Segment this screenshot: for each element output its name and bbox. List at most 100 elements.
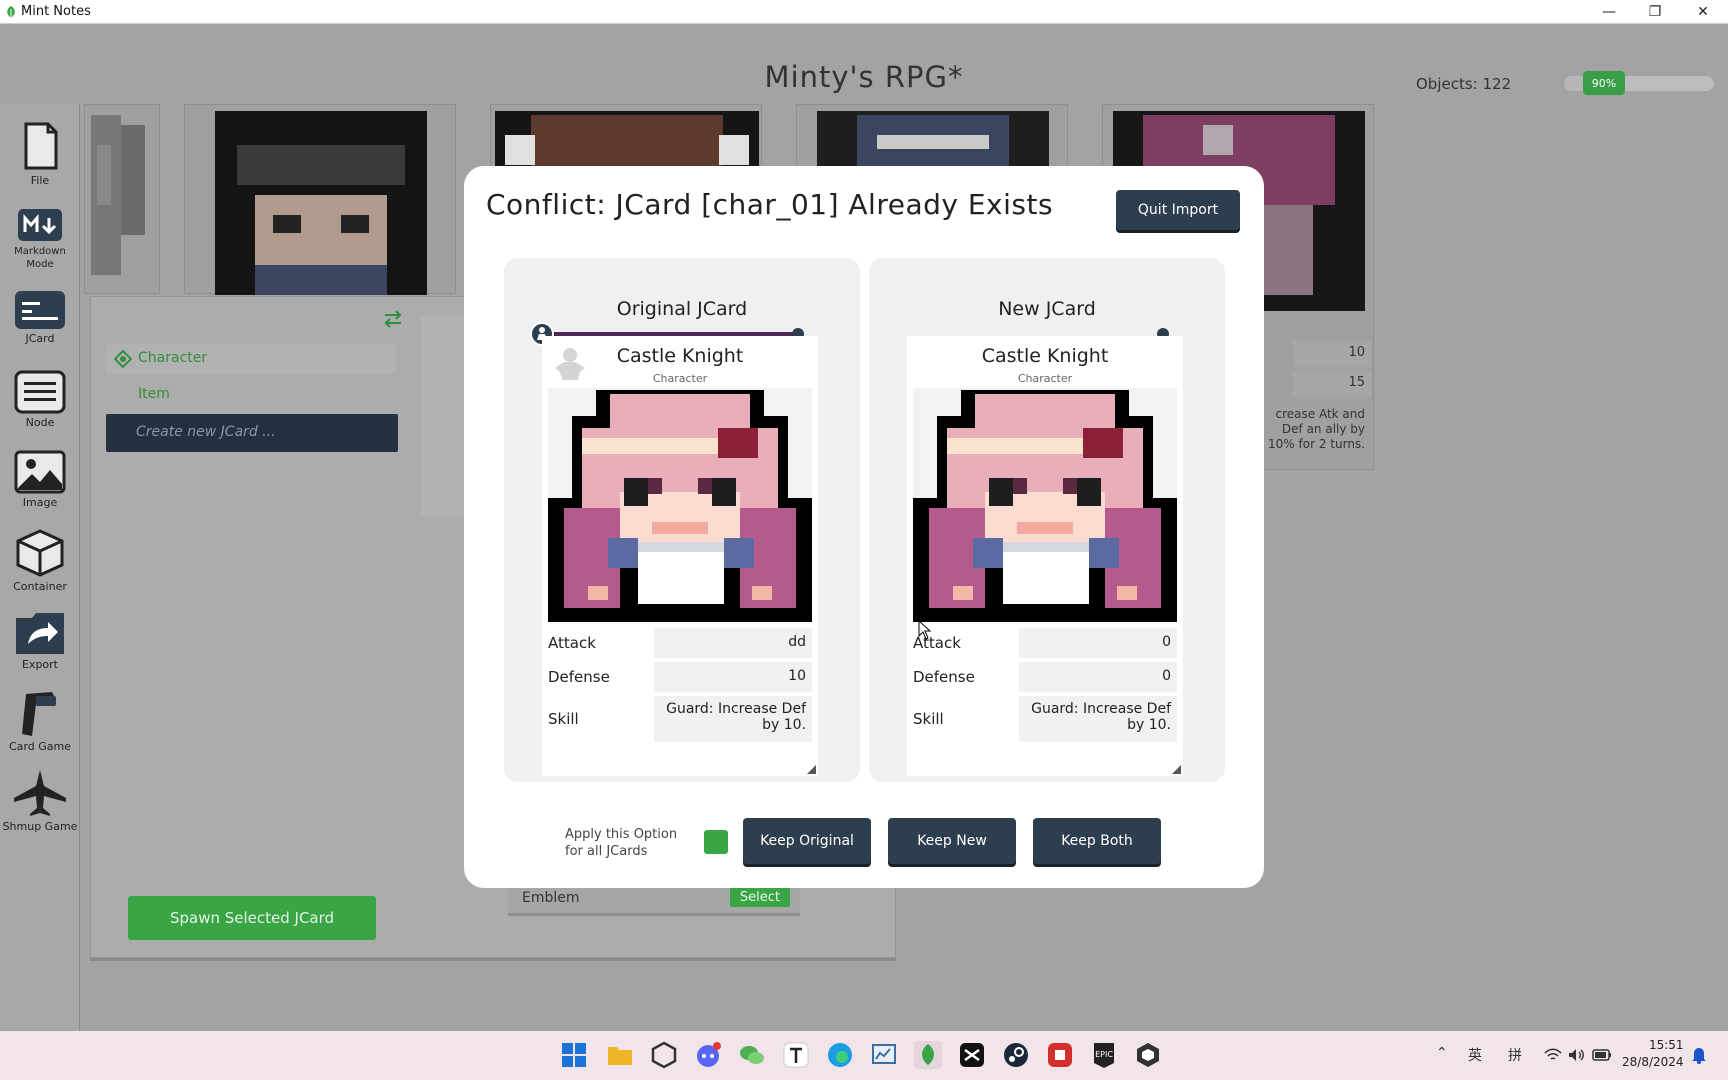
- svg-text:EPIC: EPIC: [1095, 1050, 1113, 1059]
- keep-original-button[interactable]: Keep Original: [743, 818, 871, 864]
- ime-language-indicator[interactable]: 英: [1468, 1045, 1482, 1065]
- category-item[interactable]: Item: [106, 380, 396, 410]
- close-icon: ✕: [1697, 4, 1709, 20]
- shmup-game-icon: [14, 770, 66, 816]
- emblem-select-button[interactable]: Select: [729, 888, 790, 907]
- edge-icon[interactable]: [826, 1041, 854, 1069]
- minimize-button[interactable]: —: [1586, 0, 1632, 24]
- emblem-row: Emblem Select: [508, 884, 800, 916]
- image-icon: [14, 450, 66, 494]
- unity-icon[interactable]: [650, 1041, 678, 1069]
- resize-handle[interactable]: [1172, 765, 1181, 774]
- category-label: Character: [138, 350, 208, 366]
- category-character[interactable]: Character: [106, 344, 396, 374]
- window-title: Mint Notes: [21, 4, 91, 19]
- ime-mode-indicator[interactable]: 拼: [1508, 1045, 1522, 1065]
- quit-import-button[interactable]: Quit Import: [1116, 190, 1240, 230]
- start-icon[interactable]: [560, 1041, 588, 1069]
- epic-games-icon[interactable]: EPIC: [1090, 1041, 1118, 1069]
- skill-input[interactable]: Guard: Increase Def by 10.: [654, 696, 812, 742]
- defense-label: Defense: [548, 668, 610, 686]
- tool-container[interactable]: Container: [0, 528, 80, 593]
- tool-label: Card Game: [9, 740, 71, 753]
- card-skill-value: crease Atk and Def an ally by 10% for 2 …: [1268, 407, 1365, 451]
- title-bar: Mint Notes — ❐ ✕: [0, 0, 1728, 24]
- tool-label: File: [30, 174, 50, 187]
- tool-node[interactable]: Node: [0, 370, 80, 429]
- tool-markdown-mode[interactable]: Markdown Mode: [0, 208, 80, 270]
- folder-icon[interactable]: [606, 1041, 634, 1069]
- skill-label: Skill: [548, 710, 579, 728]
- new-jcard[interactable]: Castle Knight Character Attack 0 Defense…: [907, 336, 1183, 776]
- task-manager-icon[interactable]: [870, 1041, 898, 1069]
- node-icon: [14, 370, 66, 414]
- pink-hair-sprite-icon: [548, 388, 812, 622]
- steam-icon[interactable]: [1002, 1041, 1030, 1069]
- card-portrait: [913, 388, 1177, 622]
- unity-hub-icon[interactable]: [1134, 1041, 1162, 1069]
- tool-image[interactable]: Image: [0, 450, 80, 509]
- new-heading: New JCard: [998, 298, 1096, 320]
- create-jcard-input[interactable]: Create new JCard ...: [106, 414, 398, 452]
- tool-shmup-game[interactable]: Shmup Game: [0, 768, 80, 833]
- wechat-icon[interactable]: [738, 1041, 766, 1069]
- card-type: Character: [652, 372, 708, 385]
- mint-notes-taskbar-icon[interactable]: [914, 1041, 942, 1069]
- tool-label: Markdown Mode: [14, 246, 66, 270]
- resize-handle[interactable]: [807, 765, 816, 774]
- original-heading: Original JCard: [616, 298, 748, 320]
- defense-label: Defense: [913, 668, 975, 686]
- export-icon: [16, 613, 64, 654]
- app-red-icon[interactable]: [1046, 1041, 1074, 1069]
- file-icon: [24, 122, 58, 170]
- restore-icon: ❐: [1648, 4, 1662, 20]
- defense-input[interactable]: 0: [1019, 662, 1177, 692]
- attack-label: Attack: [548, 634, 596, 652]
- taskbar: EPIC ⌃ 英 拼 15:51 28/8/2024: [0, 1031, 1728, 1080]
- tool-label: Node: [25, 416, 55, 429]
- tool-label: Image: [22, 496, 58, 509]
- card-defense-value: 15: [1293, 371, 1371, 397]
- tool-label: Export: [21, 658, 58, 671]
- wifi-icon[interactable]: [1544, 1048, 1562, 1062]
- clock-time: 15:51: [1648, 1038, 1684, 1052]
- swap-icon[interactable]: [382, 310, 404, 328]
- card-sprite-icon: [215, 111, 427, 295]
- tool-label: Shmup Game: [2, 820, 78, 833]
- close-window-button[interactable]: ✕: [1680, 0, 1726, 24]
- character-category-icon: [114, 350, 132, 368]
- capcut-icon[interactable]: [958, 1041, 986, 1069]
- tool-file[interactable]: File: [0, 120, 80, 187]
- attack-input[interactable]: dd: [654, 628, 812, 658]
- original-jcard[interactable]: Castle Knight Character Attack dd Defens…: [542, 336, 818, 776]
- zoom-slider[interactable]: 90%: [1564, 71, 1714, 95]
- system-clock[interactable]: 15:51 28/8/2024: [1622, 1037, 1684, 1071]
- discord-icon[interactable]: [694, 1041, 722, 1069]
- card-game-icon: [22, 692, 56, 736]
- canvas-card[interactable]: [84, 104, 160, 294]
- keep-new-button[interactable]: Keep New: [888, 818, 1016, 864]
- battery-icon[interactable]: [1592, 1048, 1612, 1062]
- spawn-selected-jcard-button[interactable]: Spawn Selected JCard: [128, 896, 376, 940]
- mint-leaf-icon: [7, 6, 15, 18]
- markdown-icon: [18, 209, 62, 241]
- tray-chevron-up-icon[interactable]: ⌃: [1436, 1045, 1448, 1061]
- card-portrait: [548, 388, 812, 622]
- attack-input[interactable]: 0: [1019, 628, 1177, 658]
- apply-all-checkbox[interactable]: [704, 830, 728, 854]
- typora-icon[interactable]: [782, 1041, 810, 1069]
- restore-button[interactable]: ❐: [1632, 0, 1678, 24]
- defense-input[interactable]: 10: [654, 662, 812, 692]
- card-sprite-icon: [91, 115, 145, 275]
- conflict-dialog: Conflict: JCard [char_01] Already Exists…: [464, 166, 1264, 888]
- tool-card-game[interactable]: Card Game: [0, 688, 80, 753]
- skill-input[interactable]: Guard: Increase Def by 10.: [1019, 696, 1177, 742]
- keep-both-button[interactable]: Keep Both: [1033, 818, 1161, 864]
- notification-bell-icon[interactable]: [1690, 1046, 1708, 1064]
- tool-jcard[interactable]: JCard: [0, 290, 80, 345]
- volume-icon[interactable]: [1568, 1048, 1586, 1062]
- canvas-card[interactable]: [184, 104, 456, 295]
- zoom-handle[interactable]: 90%: [1583, 71, 1625, 95]
- original-jcard-column: Original JCard Castle Knight Character A…: [504, 258, 860, 782]
- tool-export[interactable]: Export: [0, 610, 80, 671]
